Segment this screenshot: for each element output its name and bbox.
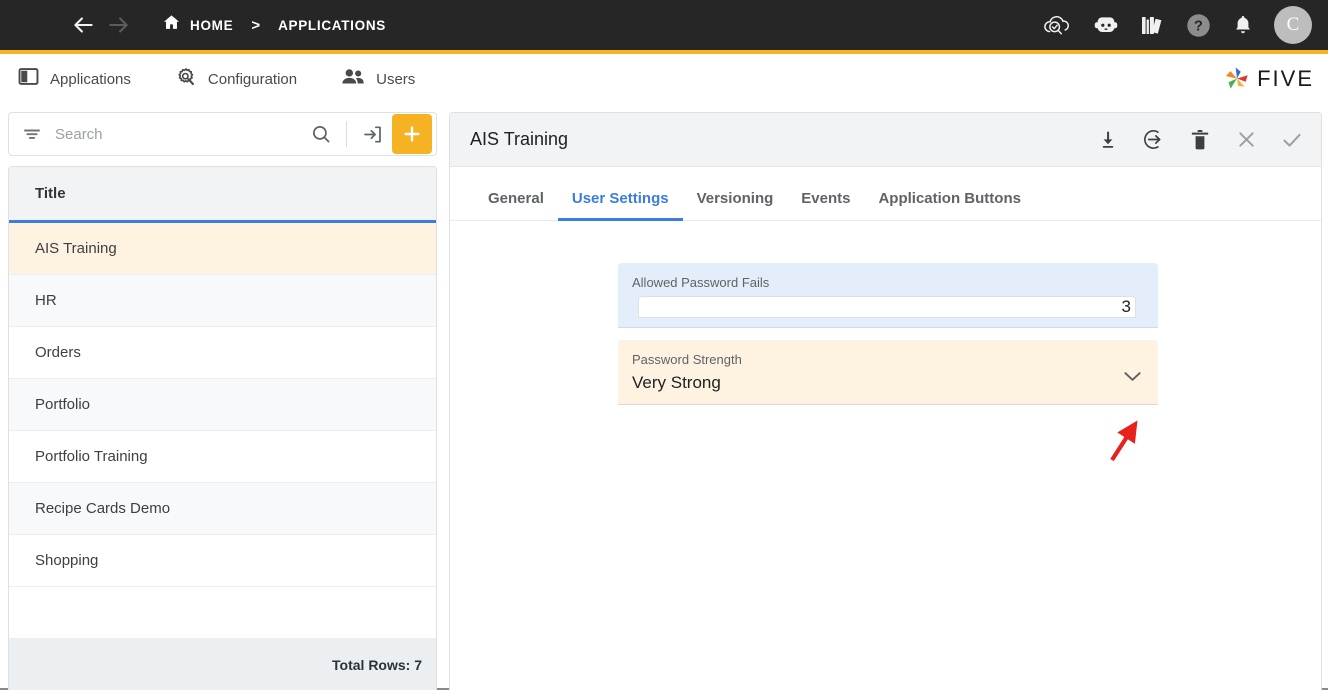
module-tab-users-label: Users [376,70,416,88]
add-application-button[interactable] [392,114,432,154]
list-rows: AIS Training HR Orders Portfolio Portfol… [9,223,436,639]
search-icon[interactable] [304,117,338,151]
robot-chat-icon[interactable] [1091,13,1121,37]
svg-text:?: ? [1194,18,1203,34]
detail-panel-header: AIS Training [450,113,1321,167]
list-item-label: Shopping [35,552,99,569]
list-item-label: Recipe Cards Demo [35,500,171,517]
list-item[interactable]: HR [9,275,436,327]
applications-list: Title AIS Training HR Orders Portfolio P… [8,166,437,690]
tab-application-buttons[interactable]: Application Buttons [864,190,1035,220]
main-body: Title AIS Training HR Orders Portfolio P… [0,104,1328,690]
list-item-label: Portfolio Training [35,448,148,465]
tab-events[interactable]: Events [787,190,864,220]
list-item-label: Orders [35,344,81,361]
allowed-password-fails-label: Allowed Password Fails [632,275,770,290]
allowed-password-fails-field[interactable]: Allowed Password Fails 3 [618,263,1158,329]
left-list-panel: Title AIS Training HR Orders Portfolio P… [0,104,443,690]
list-item[interactable]: Recipe Cards Demo [9,483,436,535]
five-pinwheel-logo-icon [1225,67,1248,89]
export-arrow-circle-icon[interactable] [1141,127,1167,153]
users-icon [341,67,365,92]
breadcrumb-home-label: HOME [190,17,234,33]
close-x-icon[interactable] [1233,127,1259,153]
download-icon[interactable] [1095,127,1121,153]
module-tab-applications-label: Applications [50,70,131,88]
tab-general[interactable]: General [474,190,558,220]
forward-arrow-icon[interactable] [104,10,134,40]
allowed-password-fails-value: 3 [638,296,1136,319]
module-tab-users[interactable]: Users [341,67,415,92]
application-window: HOME > APPLICATIONS ? C Applications Con… [0,0,1328,690]
filter-icon[interactable] [21,123,43,145]
home-icon [162,13,190,37]
password-strength-value: Very Strong [632,373,721,393]
list-item-label: AIS Training [35,240,117,257]
detail-panel: AIS Training General User Settings Versi… [449,112,1322,690]
hamburger-menu-icon[interactable] [22,16,46,34]
list-item[interactable]: Portfolio Training [9,431,436,483]
column-header-title[interactable]: Title [9,167,436,223]
user-avatar[interactable]: C [1274,6,1312,44]
breadcrumb-separator: > [251,16,261,34]
breadcrumb-home[interactable]: HOME [162,13,233,37]
list-item[interactable]: Orders [9,327,436,379]
module-tab-bar: Applications Configuration Users FIVE [0,54,1328,104]
toolbar-divider [346,121,347,147]
search-bar [8,112,437,156]
back-arrow-icon[interactable] [68,10,98,40]
list-total-rows: Total Rows: 7 [9,639,436,690]
list-item[interactable]: Shopping [9,535,436,587]
search-input[interactable] [55,125,304,143]
detail-panel-actions [1095,127,1305,153]
confirm-check-icon[interactable] [1279,127,1305,153]
header-actions: ? C [1042,6,1312,44]
cloud-check-icon[interactable] [1042,12,1072,38]
password-strength-label: Password Strength [632,352,742,368]
five-brand-wordmark: FIVE [1257,66,1314,91]
list-item-empty [9,587,436,639]
page-title: AIS Training [470,129,569,149]
password-strength-field[interactable]: Password Strength Very Strong [618,340,1158,406]
bell-notification-icon[interactable] [1231,13,1255,37]
books-library-icon[interactable] [1140,12,1166,38]
tab-user-settings[interactable]: User Settings [557,190,683,221]
applications-icon [18,66,39,92]
top-header-bar: HOME > APPLICATIONS ? C [0,0,1328,50]
module-tab-configuration-label: Configuration [207,70,298,88]
module-tab-applications[interactable]: Applications [18,66,131,92]
user-settings-form: Allowed Password Fails 3 Password Streng… [450,221,1321,690]
configuration-gear-icon [175,66,197,93]
tab-versioning[interactable]: Versioning [683,190,788,220]
list-item[interactable]: AIS Training [9,223,436,275]
chevron-down-icon[interactable] [1123,370,1142,388]
five-brand-logo: FIVE [1222,64,1314,94]
delete-trash-icon[interactable] [1187,127,1213,153]
breadcrumb-applications-label[interactable]: APPLICATIONS [278,18,386,33]
list-item[interactable]: Portfolio [9,379,436,431]
list-item-label: Portfolio [35,396,91,413]
help-icon[interactable]: ? [1185,12,1212,39]
import-arrow-icon[interactable] [355,117,389,151]
module-tab-configuration[interactable]: Configuration [175,66,297,93]
detail-tab-bar: General User Settings Versioning Events … [450,167,1321,221]
list-item-label: HR [35,292,57,309]
